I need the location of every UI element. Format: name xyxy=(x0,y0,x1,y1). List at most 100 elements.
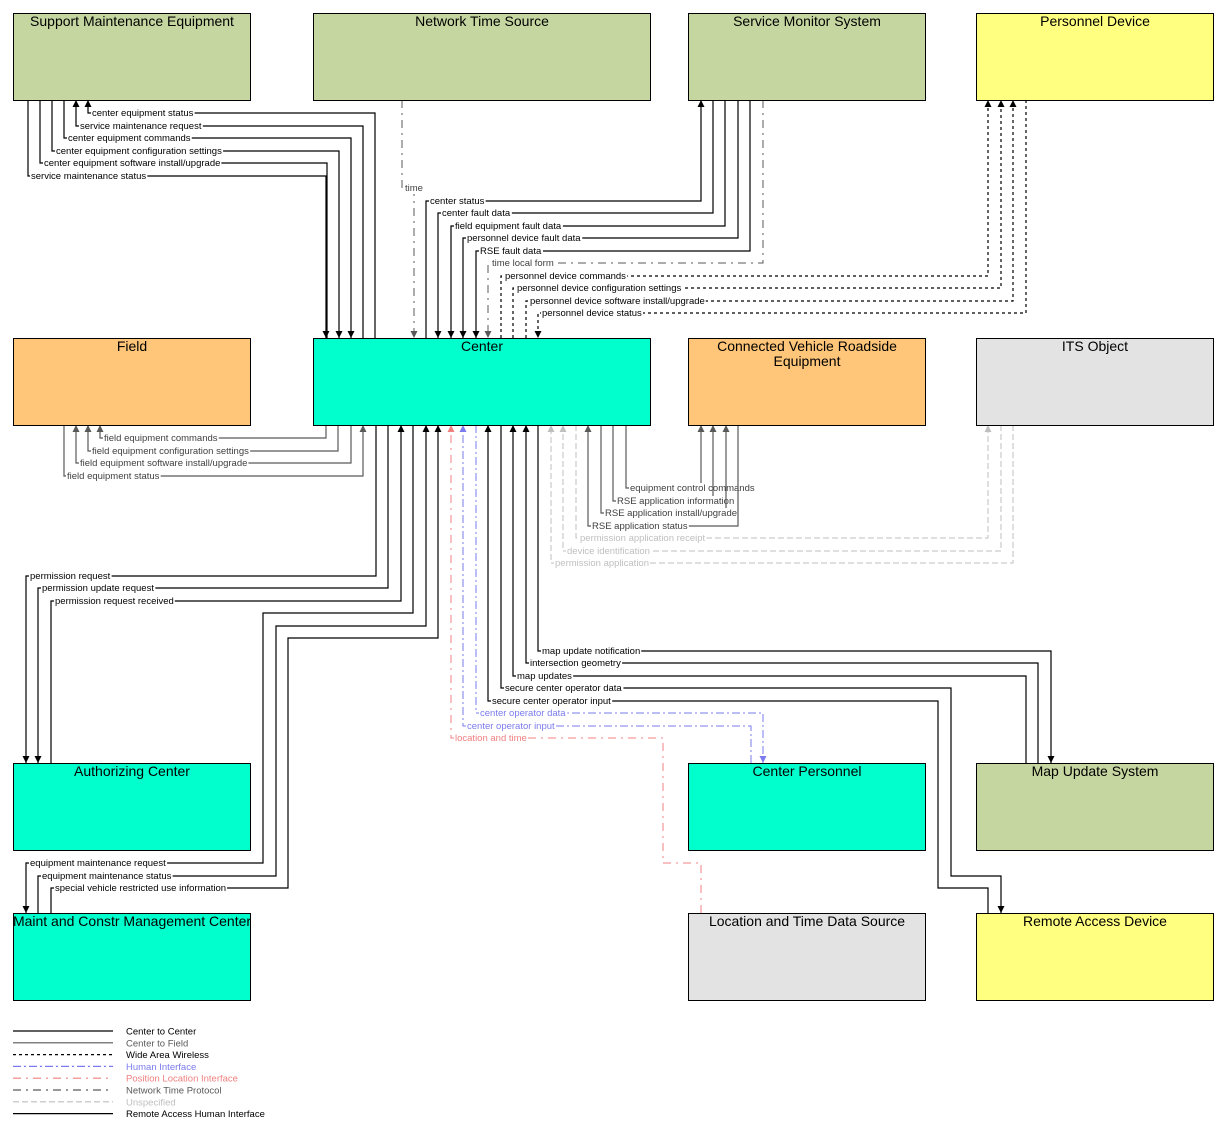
box-remote-access-device[interactable]: Remote Access Device xyxy=(976,913,1214,1001)
arrowhead-icon xyxy=(759,756,767,763)
flow-label: personnel device software install/upgrad… xyxy=(530,296,705,307)
arrowhead-icon xyxy=(522,425,530,432)
box-authorizing-center[interactable]: Authorizing Center xyxy=(13,763,251,851)
arrowhead-icon xyxy=(84,425,92,432)
flow-label: special vehicle restricted use informati… xyxy=(55,883,226,894)
arrowhead-icon xyxy=(1009,100,1017,107)
flow-label: field equipment status xyxy=(67,471,160,482)
flow-intersection-geometry: intersection geometry xyxy=(522,425,1039,763)
arrowhead-icon xyxy=(459,425,467,432)
legend: Center to CenterCenter to FieldWide Area… xyxy=(13,1027,265,1120)
flow-label: RSE application install/upgrade xyxy=(605,508,737,519)
flow-label: center equipment commands xyxy=(68,133,191,144)
box-title: Connected Vehicle Roadside xyxy=(717,338,897,354)
box-title: Field xyxy=(117,338,147,354)
legend-item-remote-access: Remote Access Human Interface xyxy=(13,1109,265,1120)
flow-label: center fault data xyxy=(442,208,511,219)
arrowhead-icon xyxy=(559,425,567,432)
flow-label: center status xyxy=(430,196,485,207)
arrowhead-icon xyxy=(322,331,330,338)
legend-label: Position Location Interface xyxy=(126,1074,238,1085)
flow-line xyxy=(401,100,415,338)
arrowhead-icon xyxy=(422,425,430,432)
arrowhead-icon xyxy=(984,100,992,107)
arrowhead-icon xyxy=(447,331,455,338)
box-personnel-device[interactable]: Personnel Device xyxy=(976,13,1214,101)
box-network-time-source[interactable]: Network Time Source xyxy=(313,13,651,101)
legend-item-human-interface: Human Interface xyxy=(13,1062,196,1073)
legend-item-wide-area-wireless: Wide Area Wireless xyxy=(13,1050,209,1061)
flow-label: personnel device fault data xyxy=(467,233,581,244)
arrowhead-icon xyxy=(359,425,367,432)
box-title: Personnel Device xyxy=(1040,13,1150,29)
box-center[interactable]: Center xyxy=(313,338,651,426)
flow-label: personnel device configuration settings xyxy=(517,283,681,294)
arrowhead-icon xyxy=(997,906,1005,913)
box-title: Equipment xyxy=(774,353,841,369)
flow-label: personnel device commands xyxy=(505,271,626,282)
box-maint-and-constr-management-center[interactable]: Maint and Constr Management Center xyxy=(13,913,251,1001)
legend-label: Center to Center xyxy=(126,1027,196,1038)
arrowhead-icon xyxy=(534,331,542,338)
legend-item-center-to-center: Center to Center xyxy=(13,1027,196,1038)
box-center-personnel[interactable]: Center Personnel xyxy=(688,763,926,851)
box-its-object[interactable]: ITS Object xyxy=(976,338,1214,426)
flow-label: service maintenance status xyxy=(31,171,146,182)
flow-personnel-device-software-install-upgrade: personnel device software install/upgrad… xyxy=(525,100,1017,338)
flow-label: location and time xyxy=(455,733,527,744)
flow-label: equipment maintenance status xyxy=(42,871,172,882)
arrowhead-icon xyxy=(347,331,355,338)
box-connected-vehicle-roadside-equipment[interactable]: Connected Vehicle RoadsideEquipment xyxy=(688,338,926,426)
arrowhead-icon xyxy=(84,100,92,107)
legend-item-center-to-field: Center to Field xyxy=(13,1038,188,1049)
arrowhead-icon xyxy=(447,425,455,432)
arrowhead-icon xyxy=(335,331,343,338)
flow-label: secure center operator input xyxy=(492,696,611,707)
box-title: Authorizing Center xyxy=(74,763,190,779)
arrowhead-icon xyxy=(997,100,1005,107)
flow-field-equipment-commands: field equipment commands xyxy=(96,425,327,444)
box-field[interactable]: Field xyxy=(13,338,251,426)
box-location-and-time-data-source[interactable]: Location and Time Data Source xyxy=(688,913,926,1001)
arrowhead-icon xyxy=(96,425,104,432)
box-service-monitor-system[interactable]: Service Monitor System xyxy=(688,13,926,101)
flow-label: center equipment status xyxy=(92,108,194,119)
legend-label: Wide Area Wireless xyxy=(126,1050,209,1061)
flow-center-operator-data: center operator data xyxy=(475,425,767,763)
legend-label: Center to Field xyxy=(126,1038,188,1049)
arrowhead-icon xyxy=(72,425,80,432)
arrowhead-icon xyxy=(1047,756,1055,763)
arrowhead-icon xyxy=(459,331,467,338)
flow-label: time local form xyxy=(492,258,554,269)
flow-label: equipment maintenance request xyxy=(30,858,166,869)
box-title: Center Personnel xyxy=(753,763,862,779)
flow-label: permission request received xyxy=(55,596,174,607)
arrowhead-icon xyxy=(397,425,405,432)
box-support-maintenance-equipment[interactable]: Support Maintenance Equipment xyxy=(13,13,251,101)
arrowhead-icon xyxy=(72,100,80,107)
legend-label: Remote Access Human Interface xyxy=(126,1109,265,1120)
flow-rse-application-information: RSE application information xyxy=(612,425,736,507)
flow-label: time xyxy=(405,183,423,194)
arrowhead-icon xyxy=(547,425,555,432)
box-title: Location and Time Data Source xyxy=(709,913,905,929)
arrowhead-icon xyxy=(697,100,705,107)
box-title: Center xyxy=(461,338,503,354)
flow-label: permission application receipt xyxy=(580,533,706,544)
legend-item-position-location: Position Location Interface xyxy=(13,1074,238,1085)
flow-label: permission application xyxy=(555,558,649,569)
flow-label: service maintenance request xyxy=(80,121,202,132)
flow-label: personnel device status xyxy=(542,308,642,319)
arrowhead-icon xyxy=(22,906,30,913)
box-map-update-system[interactable]: Map Update System xyxy=(976,763,1214,851)
legend-label: Human Interface xyxy=(126,1062,196,1073)
box-title: ITS Object xyxy=(1062,338,1128,354)
arrowhead-icon xyxy=(34,756,42,763)
flow-label: secure center operator data xyxy=(505,683,622,694)
box-title: Support Maintenance Equipment xyxy=(30,13,234,29)
arrowhead-icon xyxy=(584,425,592,432)
legend-item-unspecified: Unspecified xyxy=(13,1097,176,1108)
arrowhead-icon xyxy=(709,425,717,432)
flow-label: permission update request xyxy=(42,583,154,594)
flow-label: device identification xyxy=(567,546,650,557)
